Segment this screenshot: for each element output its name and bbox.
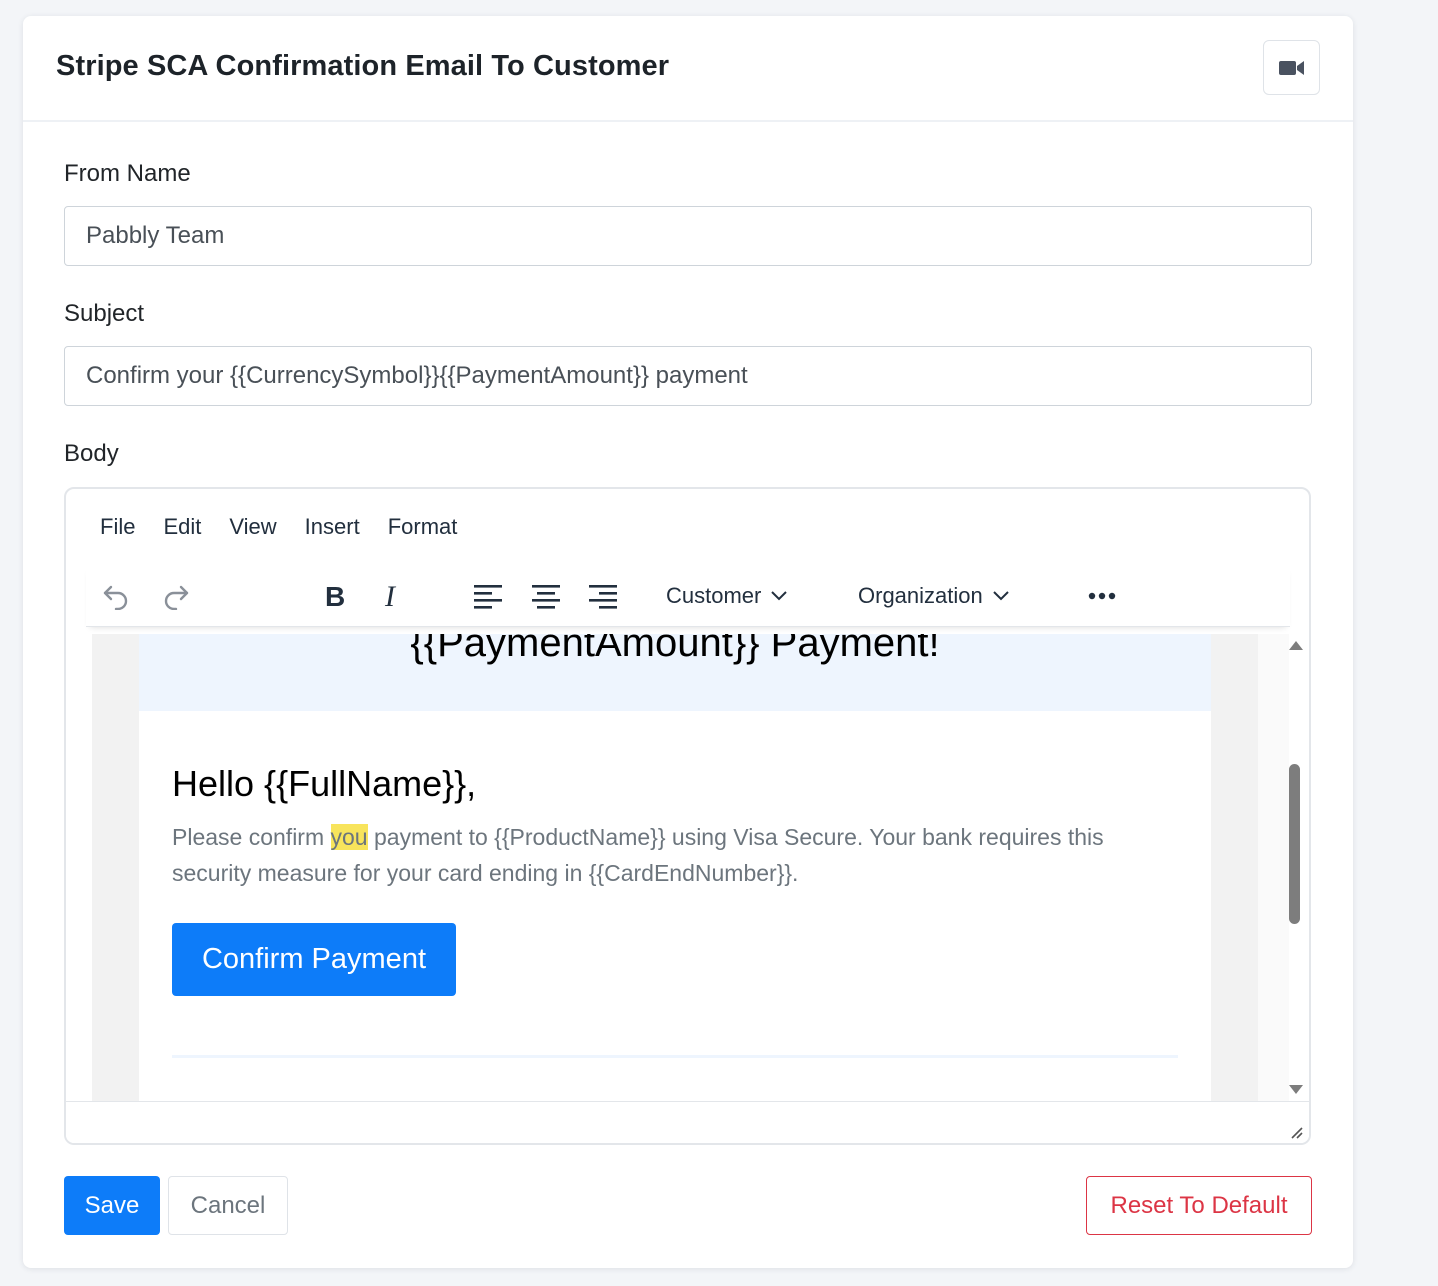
subject-input[interactable]: Confirm your {{CurrencySymbol}}{{Payment… bbox=[64, 346, 1312, 406]
email-divider bbox=[172, 1055, 1178, 1058]
confirm-payment-button[interactable]: Confirm Payment bbox=[172, 923, 456, 996]
editor-menubar: File Edit View Insert Format bbox=[66, 489, 1309, 565]
scroll-up-arrow-icon[interactable] bbox=[1289, 641, 1303, 650]
editor-statusbar bbox=[66, 1101, 1309, 1143]
align-center-button[interactable] bbox=[526, 577, 566, 615]
email-preview: {{PaymentAmount}} Payment! Hello {{FullN… bbox=[139, 634, 1211, 1101]
video-camera-icon bbox=[1278, 60, 1304, 75]
chevron-down-icon bbox=[993, 591, 1009, 601]
undo-button[interactable] bbox=[96, 577, 136, 615]
bold-icon: B bbox=[325, 582, 345, 610]
align-right-button[interactable] bbox=[583, 577, 623, 615]
scroll-down-arrow-icon[interactable] bbox=[1289, 1085, 1303, 1094]
editor-scrollbar-thumb[interactable] bbox=[1289, 764, 1300, 924]
highlighted-word: you bbox=[330, 824, 368, 850]
organization-dropdown-label: Organization bbox=[858, 583, 983, 608]
align-left-icon bbox=[474, 585, 502, 609]
subject-label: Subject bbox=[64, 300, 145, 327]
organization-dropdown[interactable]: Organization bbox=[858, 577, 1009, 615]
resize-handle-icon[interactable] bbox=[1289, 1125, 1303, 1139]
menu-format[interactable]: Format bbox=[388, 514, 458, 540]
email-paragraph: Please confirm you payment to {{ProductN… bbox=[172, 819, 1172, 891]
svg-text:B: B bbox=[325, 582, 345, 610]
italic-icon: I bbox=[384, 582, 397, 610]
cancel-button[interactable]: Cancel bbox=[168, 1176, 288, 1235]
editor-scrollbar-track[interactable] bbox=[1258, 634, 1289, 1101]
from-name-label: From Name bbox=[64, 160, 191, 187]
email-header: {{PaymentAmount}} Payment! bbox=[139, 634, 1211, 711]
menu-edit[interactable]: Edit bbox=[163, 514, 201, 540]
redo-icon bbox=[164, 585, 189, 610]
rich-text-editor: File Edit View Insert Format B I Custome… bbox=[64, 487, 1311, 1145]
email-header-title: {{PaymentAmount}} Payment! bbox=[410, 634, 940, 665]
paragraph-text-start: Please confirm bbox=[172, 824, 331, 850]
customer-dropdown-label: Customer bbox=[666, 583, 762, 608]
editor-content-area[interactable]: {{PaymentAmount}} Payment! Hello {{FullN… bbox=[92, 634, 1258, 1101]
more-button[interactable] bbox=[1082, 577, 1122, 615]
menu-file[interactable]: File bbox=[100, 514, 135, 540]
menu-view[interactable]: View bbox=[229, 514, 276, 540]
align-right-icon bbox=[589, 585, 617, 609]
more-horizontal-icon bbox=[1088, 592, 1116, 600]
italic-button[interactable]: I bbox=[372, 577, 412, 615]
undo-icon bbox=[103, 585, 128, 610]
save-button[interactable]: Save bbox=[64, 1176, 160, 1235]
align-left-button[interactable] bbox=[468, 577, 508, 615]
video-tutorial-button[interactable] bbox=[1263, 40, 1320, 95]
editor-toolbar: B I Customer Organization bbox=[86, 565, 1290, 627]
card-header: Stripe SCA Confirmation Email To Custome… bbox=[23, 16, 1353, 122]
chevron-down-icon bbox=[771, 591, 788, 601]
redo-button[interactable] bbox=[156, 577, 196, 615]
bold-button[interactable]: B bbox=[314, 577, 354, 615]
align-center-icon bbox=[532, 585, 560, 609]
body-label: Body bbox=[64, 440, 119, 467]
menu-insert[interactable]: Insert bbox=[305, 514, 360, 540]
from-name-input[interactable]: Pabbly Team bbox=[64, 206, 1312, 266]
reset-to-default-button[interactable]: Reset To Default bbox=[1086, 1176, 1312, 1235]
page-title: Stripe SCA Confirmation Email To Custome… bbox=[56, 50, 670, 82]
email-template-card: Stripe SCA Confirmation Email To Custome… bbox=[23, 16, 1353, 1268]
svg-text:I: I bbox=[384, 582, 397, 610]
email-greeting: Hello {{FullName}}, bbox=[172, 763, 477, 804]
customer-dropdown[interactable]: Customer bbox=[666, 577, 788, 615]
